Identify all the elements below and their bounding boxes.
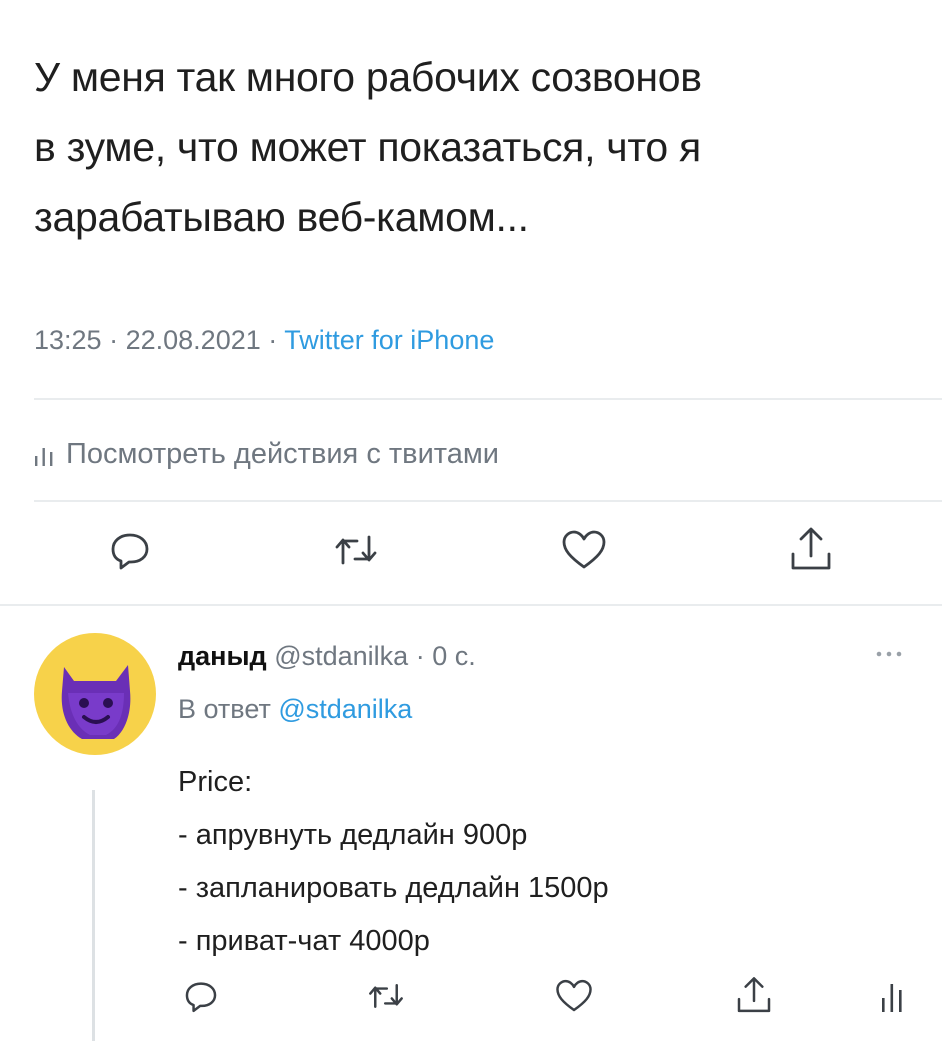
reply-to-mention[interactable]: @stdanilka xyxy=(278,694,412,724)
like-button[interactable] xyxy=(560,527,608,573)
more-icon xyxy=(876,651,902,657)
view-activity-label: Посмотреть действия с твитами xyxy=(66,438,499,470)
retweet-button[interactable] xyxy=(331,527,381,573)
tweet-source-link[interactable]: Twitter for iPhone xyxy=(284,325,494,355)
retweet-icon xyxy=(335,535,377,565)
reply-icon xyxy=(111,533,149,570)
reply-reply-button[interactable] xyxy=(182,977,220,1015)
retweet-icon xyxy=(369,984,403,1008)
more-button[interactable] xyxy=(874,646,904,664)
reply-to-prefix: В ответ xyxy=(178,694,271,724)
view-activity-link[interactable]: Посмотреть действия с твитами xyxy=(34,438,499,471)
tweet-text-line: У меня так много рабочих созвонов xyxy=(34,54,702,100)
tweet-meta: 13:25 · 22.08.2021 · Twitter for iPhone xyxy=(34,325,494,356)
reply-retweet-button[interactable] xyxy=(365,977,407,1015)
divider xyxy=(34,500,942,502)
reply-body: Price: - апрувнуть дедлайн 900р - заплан… xyxy=(178,756,609,968)
tweet-text-line: в зуме, что может показаться, что я xyxy=(34,124,701,170)
reply-to-line: В ответ @stdanilka xyxy=(178,694,412,725)
heart-icon xyxy=(556,979,592,1012)
share-icon xyxy=(737,977,771,1013)
share-icon xyxy=(791,527,831,570)
meta-separator: · xyxy=(415,641,425,671)
meta-separator: · xyxy=(109,325,119,355)
meta-separator: · xyxy=(268,325,278,355)
author-handle[interactable]: @stdanilka xyxy=(274,641,408,671)
reply-header: даныд @stdanilka · 0 с. xyxy=(178,641,476,672)
share-button[interactable] xyxy=(787,524,835,574)
reply-like-button[interactable] xyxy=(554,977,594,1015)
tweet-date: 22.08.2021 xyxy=(125,325,261,355)
reply-button[interactable] xyxy=(107,527,153,573)
heart-icon xyxy=(562,530,606,569)
tweet-text: У меня так много рабочих созвонов в зуме… xyxy=(34,42,924,252)
thread-line xyxy=(92,790,95,1041)
reply-icon xyxy=(185,982,217,1013)
author-name[interactable]: даныд xyxy=(178,641,267,671)
reply-body-line: - апрувнуть дедлайн 900р xyxy=(178,819,528,851)
avatar[interactable] xyxy=(34,633,156,755)
analytics-icon xyxy=(882,984,902,1012)
reply-age: 0 с. xyxy=(432,641,476,671)
reply-share-button[interactable] xyxy=(734,974,774,1016)
avatar-image xyxy=(61,665,131,739)
analytics-icon xyxy=(35,447,53,466)
reply-analytics-button[interactable] xyxy=(880,980,904,1014)
reply-body-line: Price: xyxy=(178,766,253,798)
reply-body-line: - запланировать дедлайн 1500р xyxy=(178,872,609,904)
tweet-text-line: зарабатываю веб-камом... xyxy=(34,194,529,240)
reply-body-line: - приват-чат 4000р xyxy=(178,925,430,957)
divider xyxy=(0,604,942,606)
tweet-time: 13:25 xyxy=(34,325,102,355)
divider xyxy=(34,398,942,400)
